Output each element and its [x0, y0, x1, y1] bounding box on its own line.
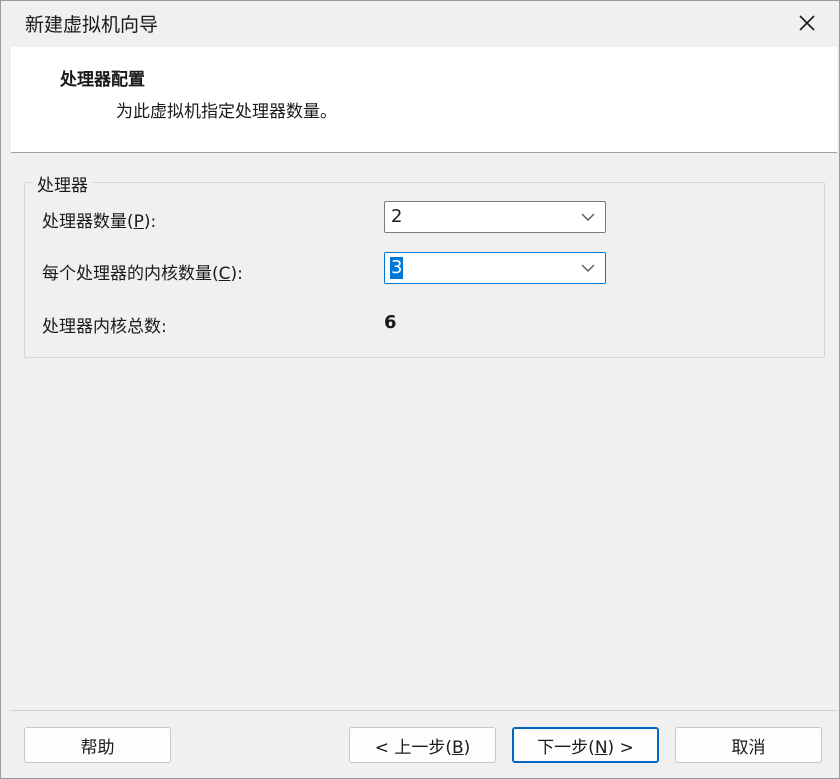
total-cores-value: 6 [384, 312, 397, 333]
cancel-button[interactable]: 取消 [675, 727, 822, 763]
cores-per-processor-value: 3 [390, 257, 404, 279]
cores-per-processor-select[interactable]: 3 [384, 252, 606, 284]
processor-count-select[interactable]: 2 [384, 201, 606, 233]
help-button[interactable]: 帮助 [24, 727, 171, 763]
next-button[interactable]: 下一步(N) > [512, 727, 659, 763]
help-button-label: 帮助 [80, 737, 115, 758]
footer-divider [11, 710, 837, 711]
next-button-label: 下一步(N) > [537, 737, 634, 758]
page-subtitle: 为此虚拟机指定处理器数量。 [116, 102, 337, 122]
header-divider [11, 152, 837, 153]
back-button[interactable]: < 上一步(B) [349, 727, 496, 763]
new-vm-wizard-window: 新建虚拟机向导 处理器配置 为此虚拟机指定处理器数量。 处理器 处理器数量(P)… [0, 0, 840, 779]
close-icon [799, 15, 815, 31]
wizard-header: 处理器配置 为此虚拟机指定处理器数量。 [11, 47, 837, 152]
close-button[interactable] [775, 1, 839, 45]
window-title: 新建虚拟机向导 [25, 14, 159, 36]
total-cores-label: 处理器内核总数: [42, 317, 167, 337]
cores-per-processor-label: 每个处理器的内核数量(C): [42, 264, 243, 284]
processor-count-value: 2 [391, 206, 403, 227]
processor-group-label: 处理器 [33, 171, 92, 196]
processor-count-label: 处理器数量(P): [42, 212, 157, 232]
chevron-down-icon [581, 264, 595, 272]
chevron-down-icon [581, 213, 595, 221]
cancel-button-label: 取消 [731, 737, 766, 758]
page-title: 处理器配置 [60, 70, 145, 90]
back-button-label: < 上一步(B) [374, 737, 471, 758]
title-bar: 新建虚拟机向导 [1, 1, 839, 45]
